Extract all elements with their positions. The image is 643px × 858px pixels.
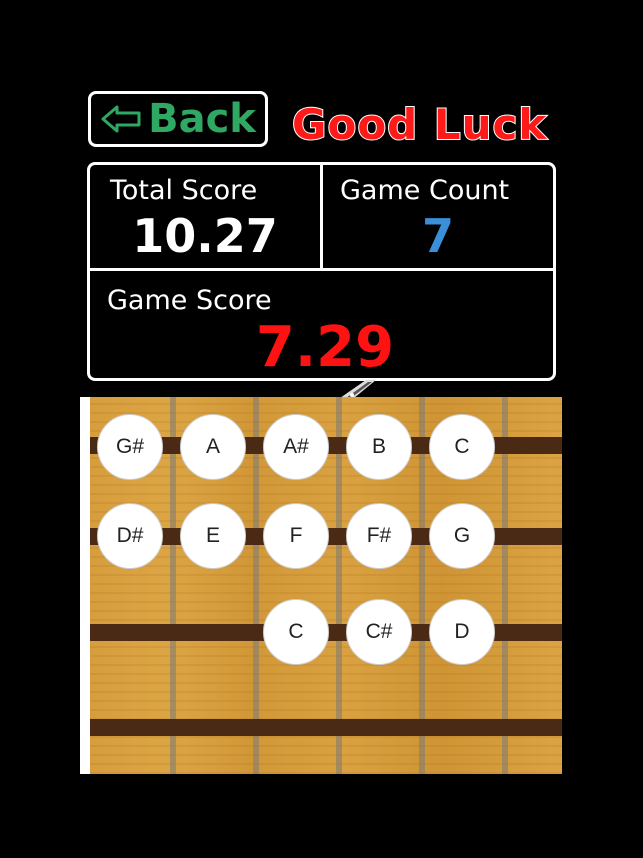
note-button-d[interactable]: D	[429, 599, 495, 665]
note-button-c[interactable]: C	[429, 414, 495, 480]
note-button-a-sharp[interactable]: A#	[263, 414, 329, 480]
note-button-a[interactable]: A	[180, 414, 246, 480]
score-panel: Total Score 10.27 Game Count 7 Game Scor…	[87, 162, 556, 381]
status-message: Good Luck	[291, 100, 548, 149]
game-score-label: Game Score	[107, 285, 272, 316]
note-button-f-sharp[interactable]: F#	[346, 503, 412, 569]
guitar-headstock-tab	[336, 380, 382, 398]
game-count-label: Game Count	[340, 175, 510, 206]
total-score-label: Total Score	[110, 175, 258, 206]
note-button-c-sharp[interactable]: C#	[346, 599, 412, 665]
back-arrow-icon	[100, 103, 142, 135]
note-button-e[interactable]: E	[180, 503, 246, 569]
game-count-cell: Game Count 7	[323, 165, 553, 271]
back-button[interactable]: Back	[88, 91, 268, 147]
game-score-cell: Game Score 7.29	[90, 271, 553, 378]
note-button-g-sharp[interactable]: G#	[97, 414, 163, 480]
note-button-b[interactable]: B	[346, 414, 412, 480]
note-button-d-sharp[interactable]: D#	[97, 503, 163, 569]
note-button-g[interactable]: G	[429, 503, 495, 569]
guitar-string	[90, 719, 562, 736]
back-label: Back	[148, 96, 256, 142]
note-button-f[interactable]: F	[263, 503, 329, 569]
total-score-cell: Total Score 10.27	[90, 165, 323, 271]
fretboard: G# A A# B C D# E F F# G C C# D	[80, 397, 562, 774]
fretboard-nut	[80, 397, 90, 774]
game-count-value: 7	[421, 209, 454, 263]
total-score-value: 10.27	[132, 209, 278, 263]
game-score-value: 7.29	[255, 315, 395, 380]
note-button-c[interactable]: C	[263, 599, 329, 665]
